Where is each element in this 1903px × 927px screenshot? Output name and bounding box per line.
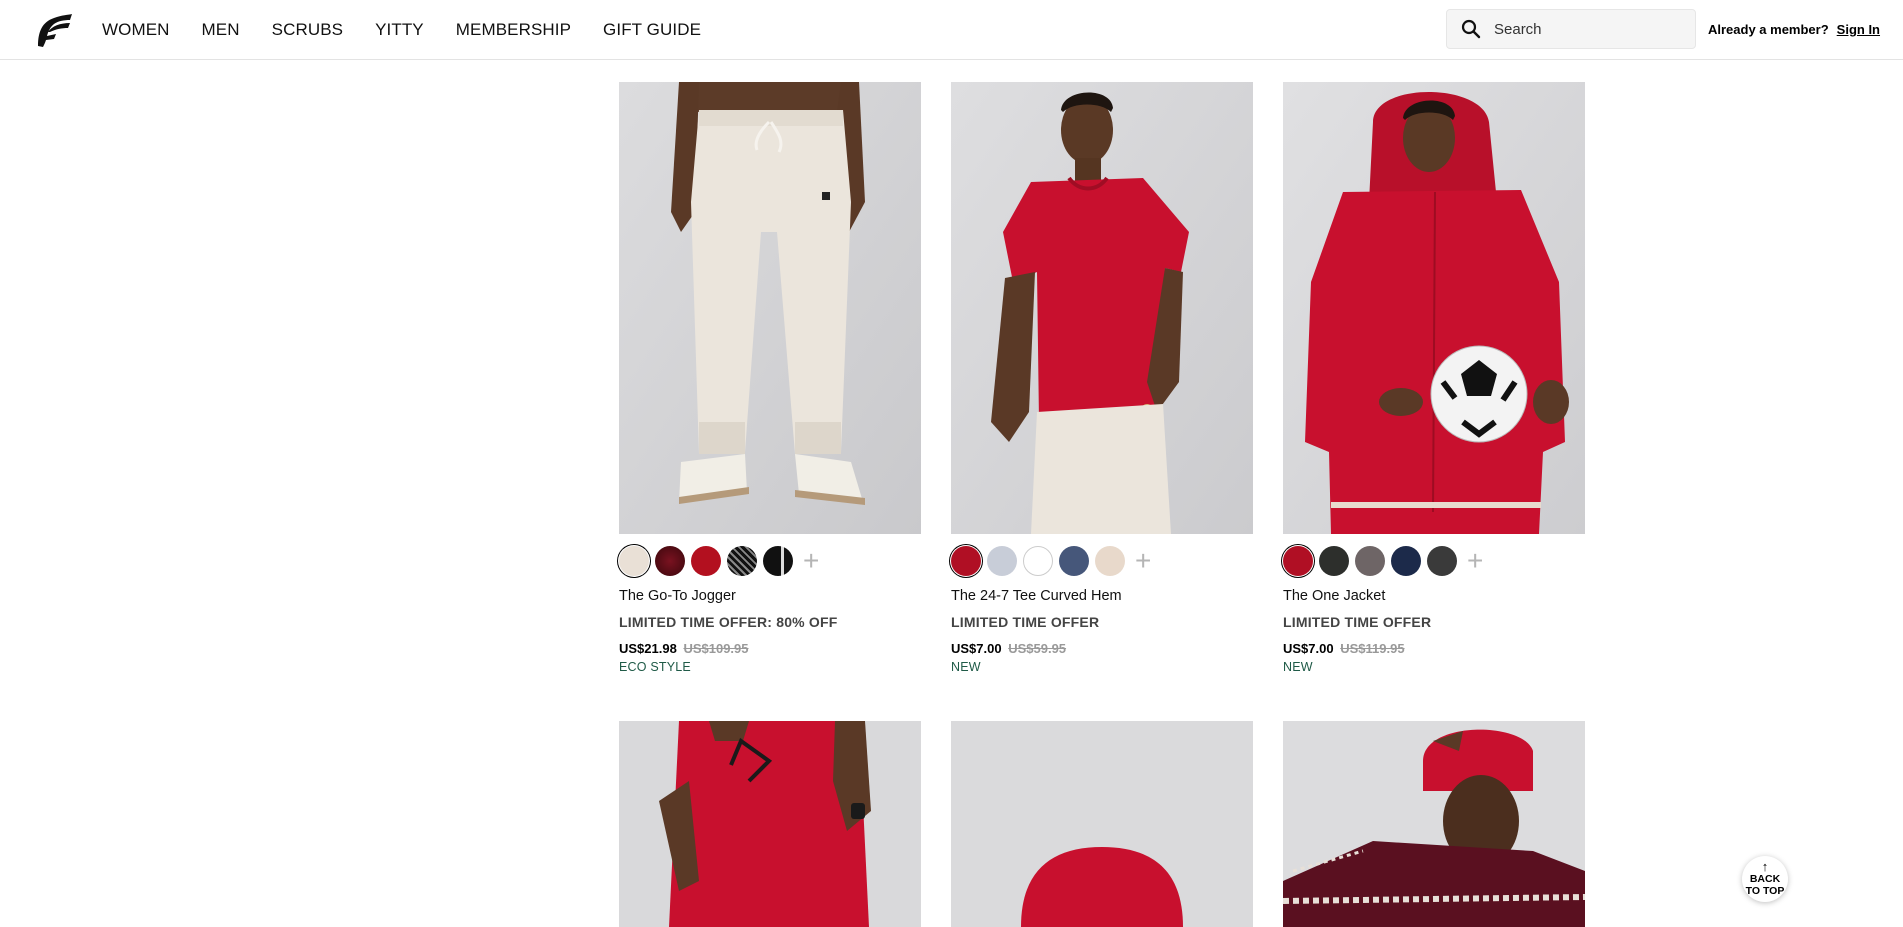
product-card[interactable]: [1283, 721, 1585, 927]
site-header: WOMEN MEN SCRUBS YITTY MEMBERSHIP GIFT G…: [0, 0, 1903, 60]
product-card[interactable]: + The Go-To Jogger LIMITED TIME OFFER: 8…: [619, 82, 921, 674]
original-price: US$119.95: [1340, 641, 1405, 656]
product-card[interactable]: [619, 721, 921, 927]
promo-label: LIMITED TIME OFFER: [1283, 614, 1432, 630]
swatch-red[interactable]: [951, 546, 981, 576]
nav-membership[interactable]: MEMBERSHIP: [456, 20, 571, 40]
original-price: US$59.95: [1008, 641, 1067, 656]
color-swatches: +: [951, 545, 1253, 577]
nav-gift-guide[interactable]: GIFT GUIDE: [603, 20, 701, 40]
swatch-light-heather[interactable]: [987, 546, 1017, 576]
more-colors-icon[interactable]: +: [803, 546, 819, 576]
nav-women[interactable]: WOMEN: [102, 20, 170, 40]
swatch-red[interactable]: [691, 546, 721, 576]
sale-price: US$7.00: [951, 641, 1002, 656]
product-name[interactable]: The One Jacket: [1283, 588, 1585, 604]
swatch-red[interactable]: [1283, 546, 1313, 576]
product-image-jogger[interactable]: [619, 82, 921, 534]
back-to-top-button[interactable]: ↑ BACK TO TOP: [1742, 856, 1788, 902]
fabletics-logo[interactable]: [34, 12, 74, 48]
product-image-tee[interactable]: [951, 82, 1253, 534]
product-image-beanie[interactable]: [951, 721, 1253, 927]
search-icon: [1461, 19, 1481, 39]
back-to-top-line1: BACK: [1749, 873, 1781, 885]
swatch-cream[interactable]: [619, 546, 649, 576]
product-tag: ECO STYLE: [619, 660, 691, 674]
sign-in-link[interactable]: Sign In: [1837, 22, 1880, 37]
price-row: US$7.00 US$119.95: [1283, 641, 1585, 656]
price-row: US$7.00 US$59.95: [951, 641, 1253, 656]
sale-price: US$7.00: [1283, 641, 1334, 656]
original-price: US$109.95: [683, 641, 749, 656]
more-colors-icon[interactable]: +: [1467, 546, 1483, 576]
promo-label: LIMITED TIME OFFER: 80% OFF: [619, 614, 838, 630]
swatch-logo-pattern[interactable]: [1427, 546, 1457, 576]
product-tag: NEW: [1283, 660, 1313, 674]
swatch-taupe[interactable]: [1355, 546, 1385, 576]
more-colors-icon[interactable]: +: [1135, 546, 1151, 576]
product-name[interactable]: The Go-To Jogger: [619, 588, 921, 604]
swatch-burgundy[interactable]: [655, 546, 685, 576]
member-prompt: Already a member? Sign In: [1708, 22, 1880, 37]
sale-price: US$21.98: [619, 641, 677, 656]
product-image-sweater-beanie[interactable]: [1283, 721, 1585, 927]
arrow-up-icon: ↑: [1761, 859, 1769, 874]
swatch-black[interactable]: [763, 546, 793, 576]
nav-scrubs[interactable]: SCRUBS: [272, 20, 343, 40]
main-nav: WOMEN MEN SCRUBS YITTY MEMBERSHIP GIFT G…: [102, 0, 733, 59]
color-swatches: +: [619, 545, 921, 577]
product-image-jacket[interactable]: [1283, 82, 1585, 534]
search-box[interactable]: [1446, 9, 1696, 49]
product-card[interactable]: + The 24-7 Tee Curved Hem LIMITED TIME O…: [951, 82, 1253, 674]
nav-yitty[interactable]: YITTY: [375, 20, 424, 40]
swatch-black-pattern[interactable]: [727, 546, 757, 576]
promo-label: LIMITED TIME OFFER: [951, 614, 1100, 630]
member-text: Already a member?: [1708, 22, 1829, 37]
color-swatches: +: [1283, 545, 1585, 577]
product-name[interactable]: The 24-7 Tee Curved Hem: [951, 588, 1253, 604]
nav-men[interactable]: MEN: [202, 20, 240, 40]
swatch-navy-heather[interactable]: [1059, 546, 1089, 576]
product-card[interactable]: [951, 721, 1253, 927]
product-image-red-jogger[interactable]: [619, 721, 921, 927]
swatch-sand[interactable]: [1095, 546, 1125, 576]
swatch-charcoal[interactable]: [1319, 546, 1349, 576]
swatch-white[interactable]: [1023, 546, 1053, 576]
swatch-navy[interactable]: [1391, 546, 1421, 576]
back-to-top-line2: TO TOP: [1745, 885, 1785, 897]
price-row: US$21.98 US$109.95: [619, 641, 921, 656]
search-input[interactable]: [1494, 20, 1684, 38]
product-tag: NEW: [951, 660, 981, 674]
product-card[interactable]: + The One Jacket LIMITED TIME OFFER US$7…: [1283, 82, 1585, 674]
